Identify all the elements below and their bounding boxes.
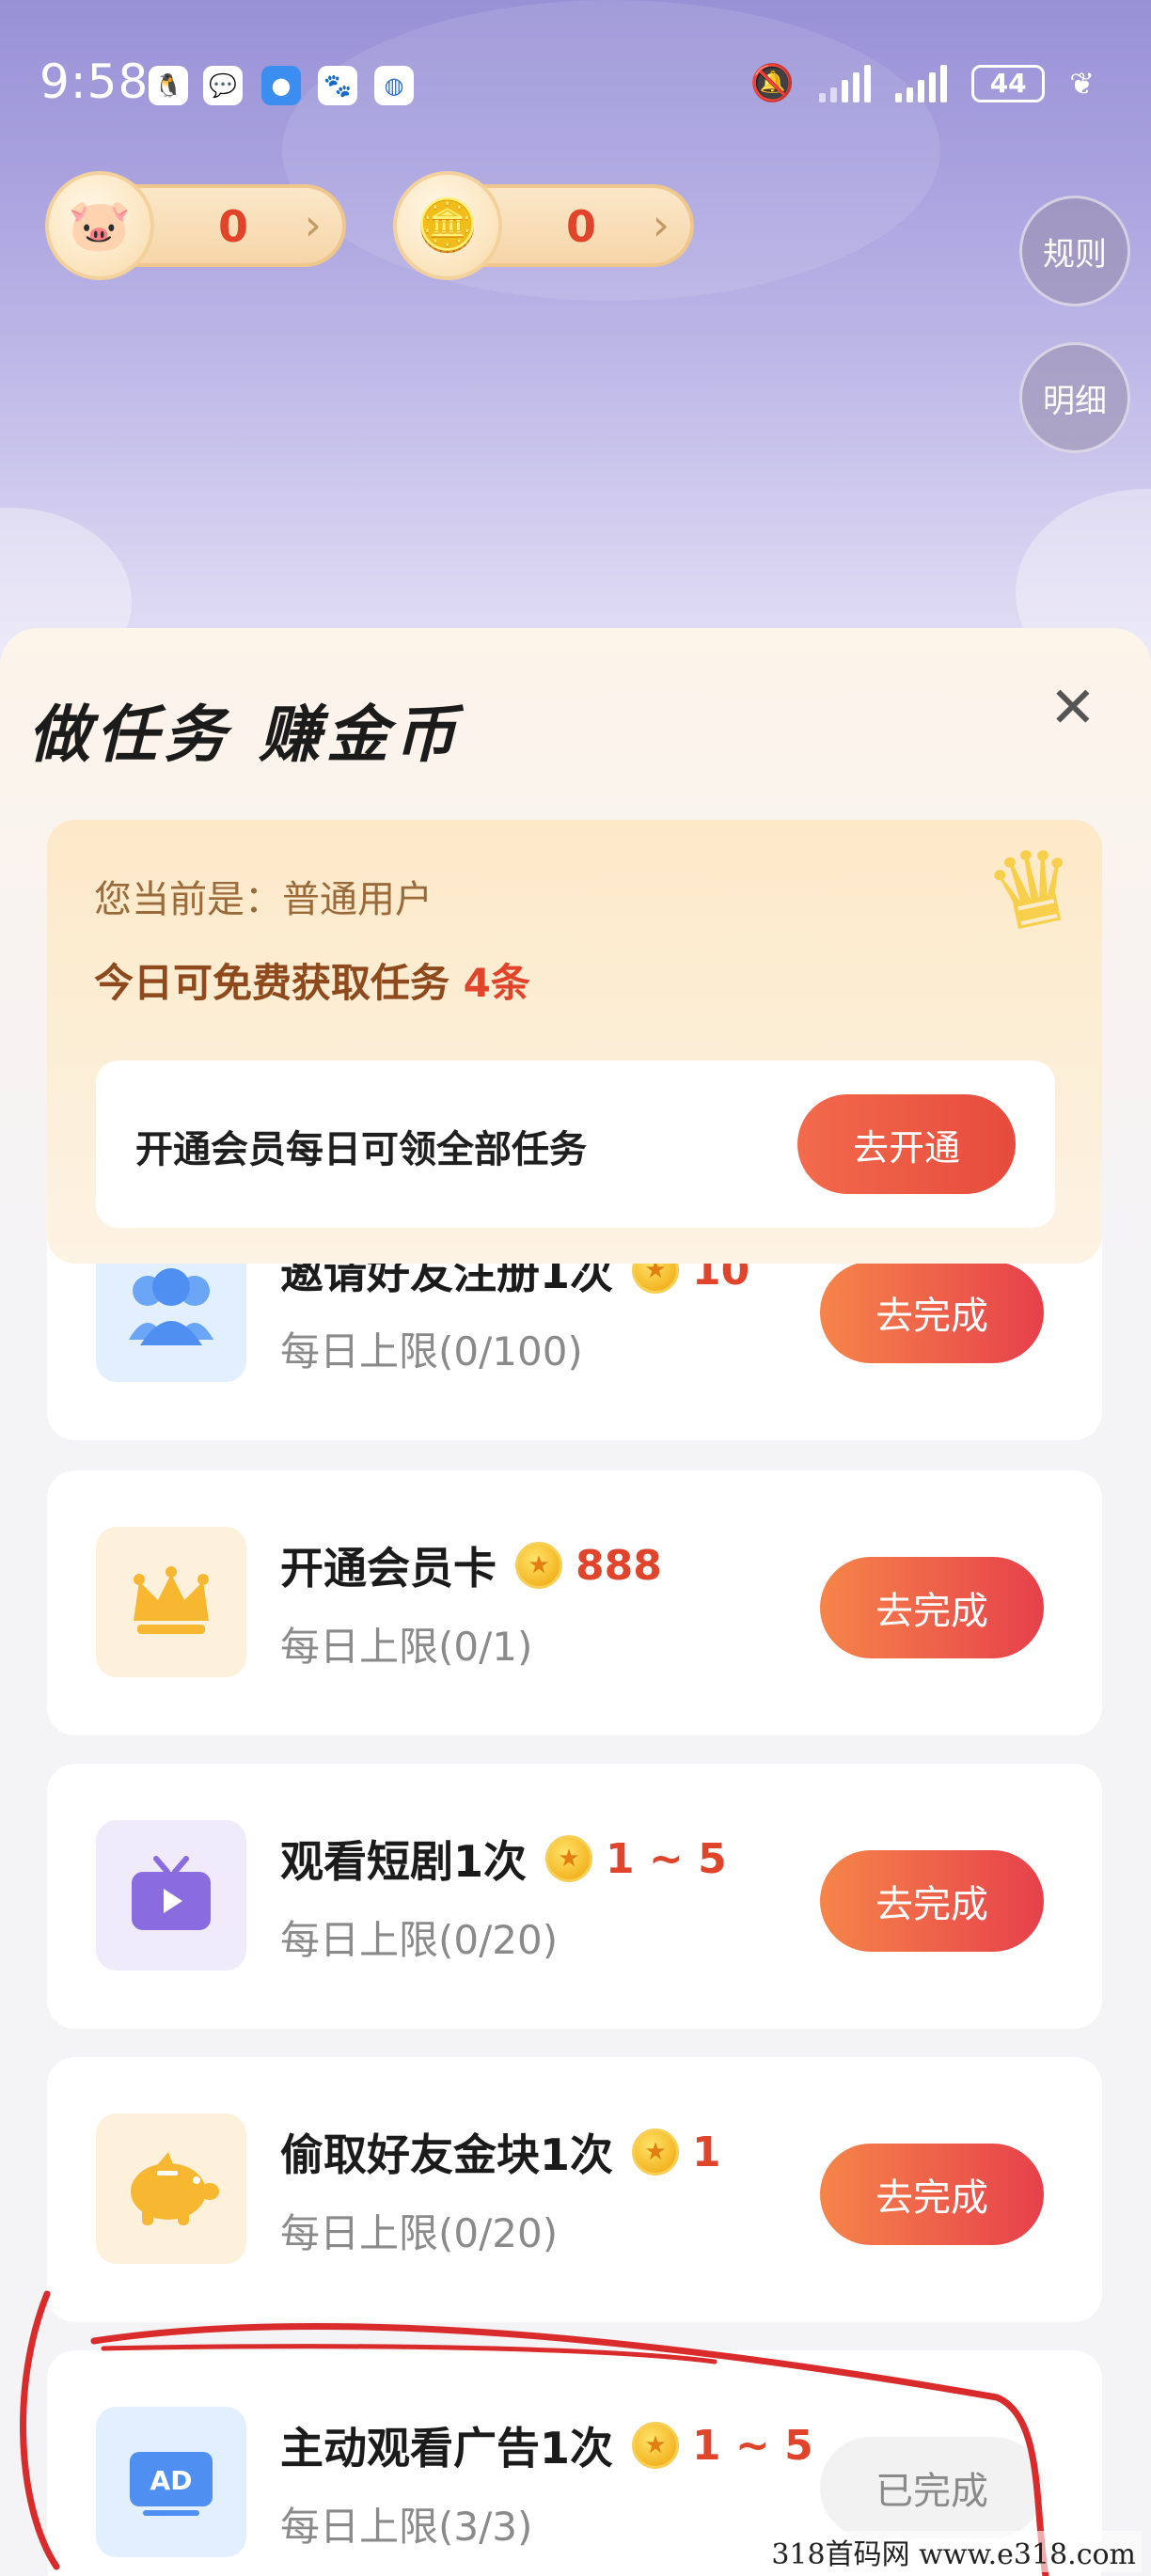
membership-promo: 开通会员每日可领全部任务 去开通 [96, 1060, 1055, 1228]
task-limit: 每日上限(0/100) [280, 1328, 583, 1374]
task-title: 开通会员卡 ★ 888 [280, 1541, 662, 1594]
close-icon[interactable]: ✕ [1049, 675, 1096, 741]
coin-icon: ★ [515, 1542, 562, 1589]
piggy-icon [96, 2113, 246, 2264]
promo-text: 开通会员每日可领全部任务 [135, 1128, 587, 1171]
signal-icon [819, 64, 872, 102]
open-membership-button[interactable]: 去开通 [797, 1094, 1016, 1194]
sheet-title: 做任务 赚金币 [28, 699, 462, 771]
task-title: 观看短剧1次 ★ 1 ~ 5 [280, 1834, 727, 1888]
battery-icon: 44 [971, 64, 1046, 102]
gold-balance-value: 0 [566, 201, 597, 252]
details-button[interactable]: 明细 [1019, 342, 1130, 453]
tv-play-icon [96, 1820, 246, 1971]
ad-icon: AD [96, 2407, 246, 2557]
task-limit: 每日上限(0/20) [280, 2210, 559, 2256]
baidu-icon: 🐾 [318, 66, 357, 105]
crown-icon: ♛ [975, 821, 1092, 958]
status-indicators: 🔕 44 ❦ [750, 62, 1095, 104]
task-title: 偷取好友金块1次 ★ 1 [280, 2128, 721, 2181]
task-limit: 每日上限(0/1) [280, 1624, 533, 1670]
piggy-balance-pill[interactable]: 🐷 0 › [45, 171, 346, 280]
task-limit: 每日上限(0/20) [280, 1917, 559, 1963]
complete-task-button[interactable]: 去完成 [820, 1850, 1044, 1952]
leaf-icon: ❦ [1069, 65, 1095, 102]
task-card: 观看短剧1次 ★ 1 ~ 5 每日上限(0/20) 去完成 [47, 1764, 1102, 2029]
crown-icon [96, 1527, 246, 1677]
signal-icon [895, 64, 948, 102]
coin-icon: ★ [545, 1835, 593, 1882]
daily-quota: 今日可免费获取任务 4条 [94, 960, 530, 1006]
gold-bar-icon: 🪙 [393, 171, 502, 280]
chevron-right-icon: › [652, 199, 670, 250]
task-card: 偷取好友金块1次 ★ 1 每日上限(0/20) 去完成 [47, 2057, 1102, 2322]
task-card: 开通会员卡 ★ 888 每日上限(0/1) 去完成 [47, 1470, 1102, 1736]
message-icon: ● [261, 66, 301, 105]
browser-icon: ◍ [374, 66, 414, 105]
task-completed-button: 已完成 [820, 2437, 1044, 2538]
piggy-balance-value: 0 [218, 201, 249, 252]
piggy-bank-icon: 🐷 [45, 171, 154, 280]
chevron-right-icon: › [304, 199, 322, 250]
status-bar: 9:58 🐧 💬 ● 🐾 ◍ 🔕 44 ❦ [0, 0, 1151, 169]
svg-text:AD: AD [150, 2465, 193, 2496]
complete-task-button[interactable]: 去完成 [820, 1262, 1044, 1363]
qq-icon: 🐧 [149, 66, 188, 105]
bell-off-icon: 🔕 [749, 62, 796, 103]
complete-task-button[interactable]: 去完成 [820, 1557, 1044, 1658]
coin-icon: ★ [632, 2128, 680, 2175]
task-title: 主动观看广告1次 ★ 1 ~ 5 [280, 2421, 813, 2474]
gold-balance-pill[interactable]: 🪙 0 › [393, 171, 694, 280]
complete-task-button[interactable]: 去完成 [820, 2144, 1044, 2245]
rules-button[interactable]: 规则 [1019, 196, 1130, 306]
user-status: 您当前是：普通用户 [94, 878, 433, 921]
coin-icon: ★ [632, 2422, 680, 2469]
member-card: 您当前是：普通用户 今日可免费获取任务 4条 ♛ 开通会员每日可领全部任务 去开… [47, 820, 1102, 1264]
task-limit: 每日上限(3/3) [280, 2504, 533, 2550]
watermark: 318首码网 www.e318.com [765, 2531, 1142, 2572]
status-time: 9:58 [39, 55, 150, 109]
wechat-icon: 💬 [203, 66, 243, 105]
